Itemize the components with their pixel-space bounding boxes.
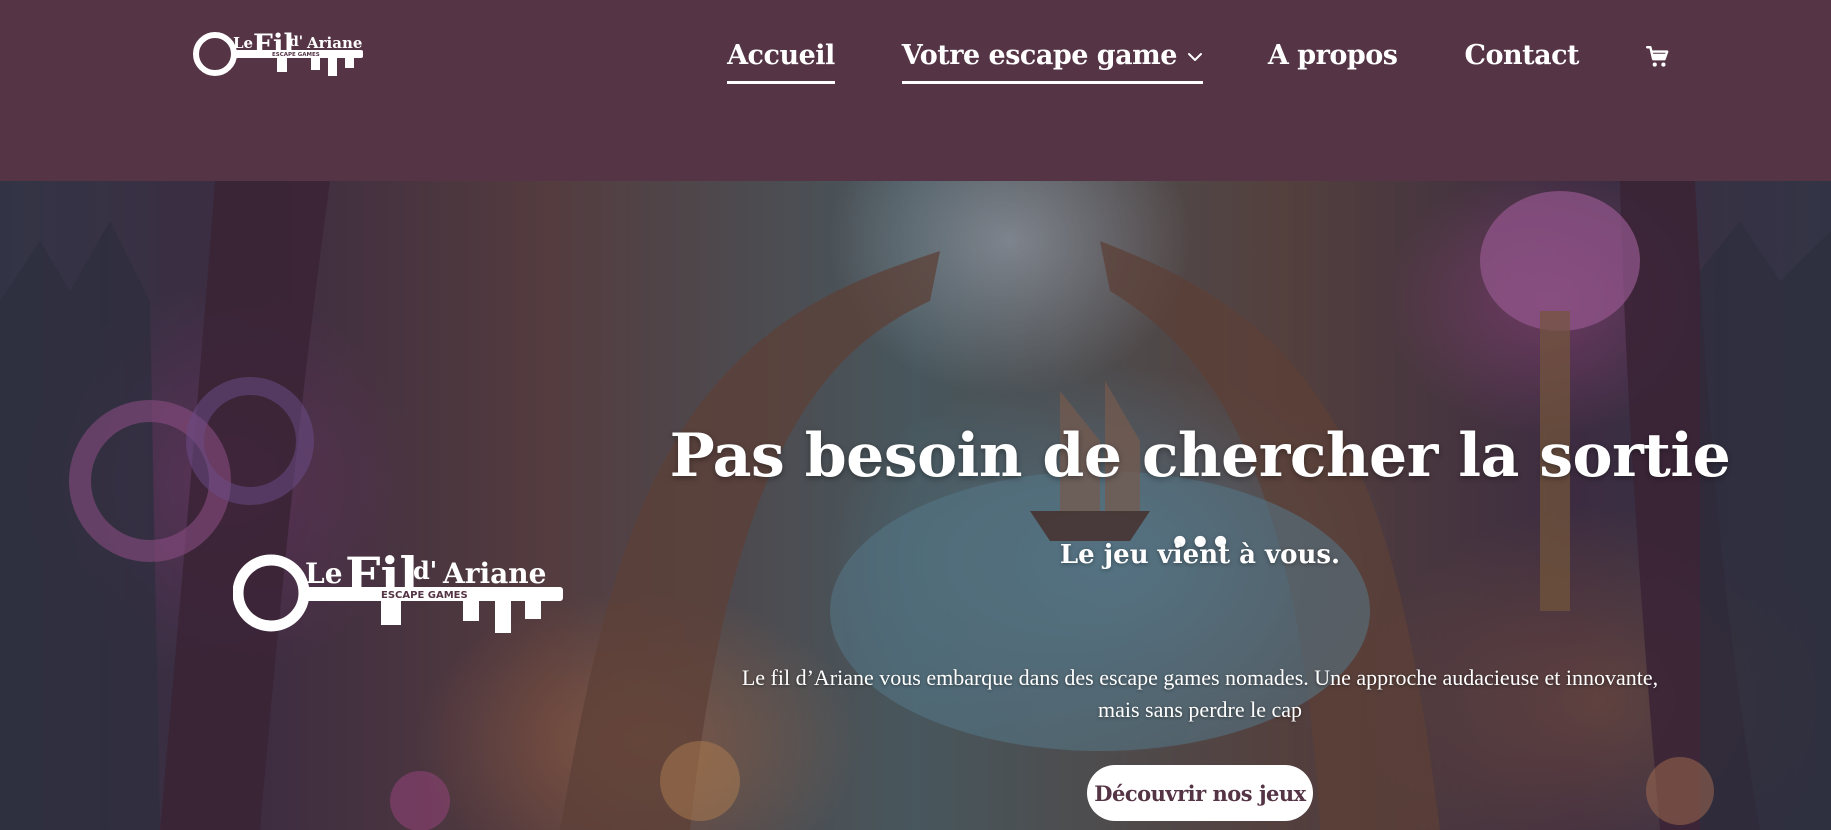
cart-icon[interactable] bbox=[1645, 44, 1671, 70]
hero-logo-tagline: ESCAPE GAMES bbox=[381, 590, 468, 601]
site-logo[interactable]: Le Fil d' Ariane ESCAPE GAMES bbox=[193, 24, 373, 86]
nav-accueil-label: Accueil bbox=[727, 39, 835, 71]
chevron-down-icon bbox=[1187, 53, 1202, 61]
hero-subtitle: Le jeu vient à vous. bbox=[1059, 540, 1341, 570]
hero-logo-text-le: Le bbox=[305, 557, 343, 590]
hero-logo-text-ariane: Ariane bbox=[442, 557, 546, 590]
main-nav: Accueil Votre escape game A propos Conta… bbox=[727, 34, 1671, 84]
hero-logo-text-d: d' bbox=[413, 556, 437, 585]
nav-votre-escape-game-label: Votre escape game bbox=[901, 39, 1178, 71]
logo-text-le: Le bbox=[233, 34, 253, 52]
discover-games-button[interactable]: Découvrir nos jeux bbox=[1087, 765, 1313, 821]
nav-a-propos[interactable]: A propos bbox=[1268, 34, 1398, 80]
nav-contact[interactable]: Contact bbox=[1464, 34, 1579, 80]
hero-section: Le Fil d' Ariane ESCAPE GAMES Pas besoin… bbox=[0, 181, 1831, 830]
hero-logo: Le Fil d' Ariane ESCAPE GAMES bbox=[233, 546, 563, 633]
nav-votre-escape-game[interactable]: Votre escape game bbox=[901, 34, 1204, 84]
nav-contact-label: Contact bbox=[1464, 39, 1579, 71]
nav-a-propos-label: A propos bbox=[1267, 39, 1398, 71]
logo-tagline: ESCAPE GAMES bbox=[272, 52, 320, 58]
site-header: Le Fil d' Ariane ESCAPE GAMES Accueil Vo… bbox=[0, 0, 1831, 181]
nav-accueil[interactable]: Accueil bbox=[727, 34, 835, 84]
hero-description: Le fil d’Ariane vous embarque dans des e… bbox=[741, 665, 1659, 722]
logo-text-ariane: Ariane bbox=[306, 34, 362, 52]
logo-text-d: d' bbox=[289, 34, 303, 50]
